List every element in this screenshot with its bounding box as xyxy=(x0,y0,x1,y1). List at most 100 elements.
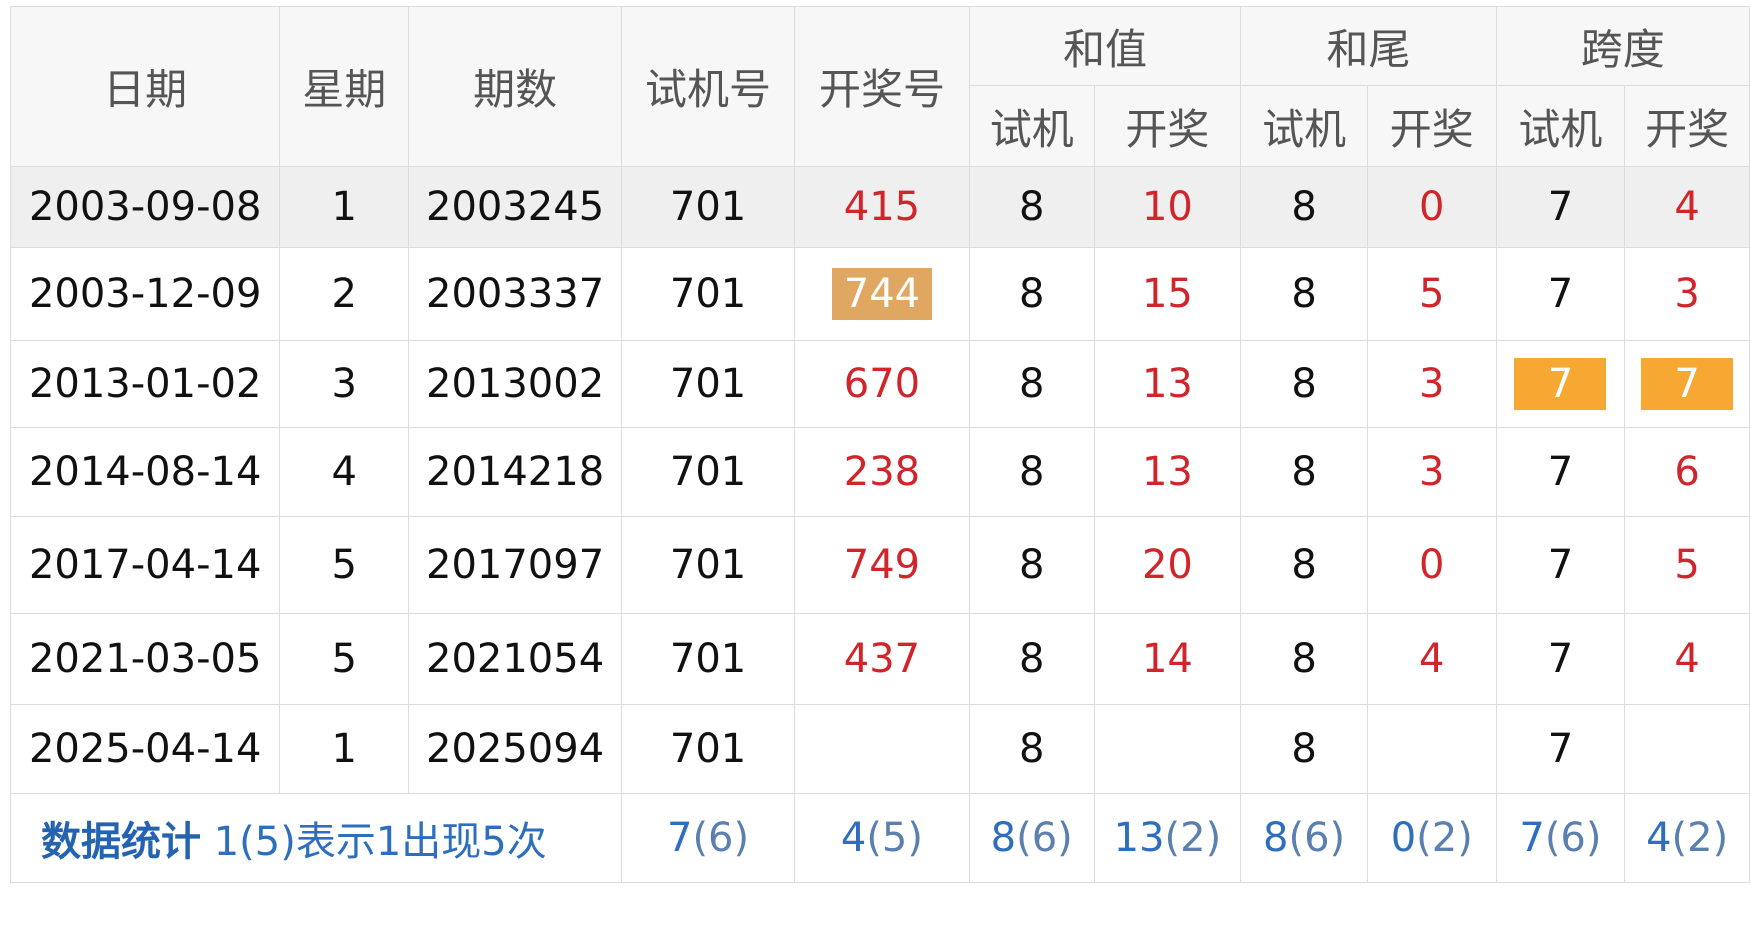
cell-sum-test: 8 xyxy=(968,427,1095,517)
table-row: 2025-04-14 1 2025094 701 8 8 7 xyxy=(9,704,1750,794)
stat-value: 7 xyxy=(1519,815,1545,861)
cell-weekday: 5 xyxy=(279,516,410,614)
header-issue: 期数 xyxy=(408,6,623,167)
cell-tail-test: 8 xyxy=(1240,166,1368,248)
cell-tail-draw: 0 xyxy=(1366,166,1497,248)
stat-test-number: 7(6) xyxy=(621,793,795,883)
cell-sum-test: 8 xyxy=(968,340,1095,428)
cell-tail-draw: 3 xyxy=(1366,427,1497,517)
cell-date: 2003-12-09 xyxy=(9,247,281,341)
span-draw-highlight-badge: 7 xyxy=(1641,358,1734,410)
cell-issue: 2013002 xyxy=(408,340,623,428)
stat-count: (6) xyxy=(1288,815,1346,861)
cell-span-test: 7 xyxy=(1495,427,1626,517)
cell-span-test-highlighted: 7 xyxy=(1495,340,1626,428)
cell-weekday: 1 xyxy=(279,166,410,248)
stat-tail-test: 8(6) xyxy=(1240,793,1368,883)
cell-sum-test: 8 xyxy=(968,247,1095,341)
statistics-row: 数据统计 1(5)表示1出现5次 7(6) 4(5) 8(6) 13(2) 8(… xyxy=(9,793,1750,883)
stat-value: 4 xyxy=(840,815,867,861)
cell-sum-test: 8 xyxy=(968,516,1095,614)
cell-sum-draw: 15 xyxy=(1093,247,1242,341)
cell-date: 2014-08-14 xyxy=(9,427,281,517)
table-row: 2003-12-09 2 2003337 701 744 8 15 8 5 7 … xyxy=(9,247,1750,341)
span-test-highlight-badge: 7 xyxy=(1514,358,1607,410)
cell-sum-draw xyxy=(1093,704,1242,794)
cell-issue: 2021054 xyxy=(408,613,623,705)
cell-weekday: 1 xyxy=(279,704,410,794)
cell-span-test: 7 xyxy=(1495,704,1626,794)
stat-count: (6) xyxy=(692,815,750,861)
cell-test-number: 701 xyxy=(621,613,795,705)
cell-test-number: 701 xyxy=(621,340,795,428)
header-weekday: 星期 xyxy=(279,6,410,167)
stat-draw-number: 4(5) xyxy=(794,793,970,883)
statistics-title: 数据统计 xyxy=(41,819,201,865)
stat-value: 4 xyxy=(1646,815,1672,861)
cell-weekday: 5 xyxy=(279,613,410,705)
table-body: 2003-09-08 1 2003245 701 415 8 10 8 0 7 … xyxy=(9,166,1750,794)
cell-tail-test: 8 xyxy=(1240,340,1368,428)
cell-test-number: 701 xyxy=(621,516,795,614)
header-date: 日期 xyxy=(9,6,281,167)
cell-issue: 2017097 xyxy=(408,516,623,614)
cell-issue: 2003245 xyxy=(408,166,623,248)
cell-tail-draw: 5 xyxy=(1366,247,1497,341)
cell-sum-draw: 14 xyxy=(1093,613,1242,705)
cell-sum-draw: 13 xyxy=(1093,340,1242,428)
cell-sum-test: 8 xyxy=(968,613,1095,705)
cell-date: 2003-09-08 xyxy=(9,166,281,248)
stat-value: 8 xyxy=(990,815,1017,861)
cell-span-draw-highlighted: 7 xyxy=(1624,340,1750,428)
stat-value: 7 xyxy=(667,815,693,861)
stat-tail-draw: 0(2) xyxy=(1366,793,1497,883)
stat-value: 8 xyxy=(1263,815,1289,861)
cell-draw-number-highlighted: 744 xyxy=(794,247,970,341)
header-tail-group: 和尾 xyxy=(1240,6,1497,86)
cell-tail-test: 8 xyxy=(1240,247,1368,341)
table-row: 2013-01-02 3 2013002 701 670 8 13 8 3 7 … xyxy=(9,340,1750,428)
cell-date: 2013-01-02 xyxy=(9,340,281,428)
stat-count: (2) xyxy=(1164,815,1222,861)
results-table-wrapper: 日期 星期 期数 试机号 开奖号 和值 和尾 跨度 试机 开奖 试机 开奖 试机… xyxy=(9,6,1750,883)
cell-span-draw: 5 xyxy=(1624,516,1750,614)
cell-test-number: 701 xyxy=(621,427,795,517)
statistics-description: 1(5)表示1出现5次 xyxy=(201,819,547,865)
stat-count: (5) xyxy=(866,815,923,861)
cell-span-test: 7 xyxy=(1495,613,1626,705)
statistics-footer: 数据统计 1(5)表示1出现5次 7(6) 4(5) 8(6) 13(2) 8(… xyxy=(9,793,1750,883)
cell-span-draw: 4 xyxy=(1624,613,1750,705)
stat-count: (2) xyxy=(1671,815,1729,861)
stat-value: 13 xyxy=(1113,815,1165,861)
cell-tail-draw xyxy=(1366,704,1497,794)
cell-sum-draw: 10 xyxy=(1093,166,1242,248)
cell-weekday: 3 xyxy=(279,340,410,428)
cell-sum-draw: 13 xyxy=(1093,427,1242,517)
cell-date: 2025-04-14 xyxy=(9,704,281,794)
cell-tail-test: 8 xyxy=(1240,613,1368,705)
cell-draw-number: 415 xyxy=(794,166,970,248)
cell-span-draw xyxy=(1624,704,1750,794)
cell-tail-draw: 4 xyxy=(1366,613,1497,705)
cell-span-draw: 3 xyxy=(1624,247,1750,341)
lottery-results-table: 日期 星期 期数 试机号 开奖号 和值 和尾 跨度 试机 开奖 试机 开奖 试机… xyxy=(9,6,1750,883)
cell-sum-draw: 20 xyxy=(1093,516,1242,614)
table-row: 2014-08-14 4 2014218 701 238 8 13 8 3 7 … xyxy=(9,427,1750,517)
cell-draw-number: 238 xyxy=(794,427,970,517)
stat-count: (6) xyxy=(1016,815,1073,861)
cell-span-draw: 4 xyxy=(1624,166,1750,248)
cell-draw-number xyxy=(794,704,970,794)
stat-sum-draw: 13(2) xyxy=(1093,793,1242,883)
cell-tail-draw: 0 xyxy=(1366,516,1497,614)
header-tail-test: 试机 xyxy=(1240,85,1368,167)
table-row: 2017-04-14 5 2017097 701 749 8 20 8 0 7 … xyxy=(9,516,1750,614)
cell-tail-test: 8 xyxy=(1240,427,1368,517)
cell-test-number: 701 xyxy=(621,166,795,248)
header-tail-draw: 开奖 xyxy=(1366,85,1497,167)
cell-test-number: 701 xyxy=(621,704,795,794)
header-sum-group: 和值 xyxy=(968,6,1242,86)
cell-issue: 2014218 xyxy=(408,427,623,517)
stat-span-test: 7(6) xyxy=(1495,793,1626,883)
cell-weekday: 2 xyxy=(279,247,410,341)
cell-sum-test: 8 xyxy=(968,704,1095,794)
